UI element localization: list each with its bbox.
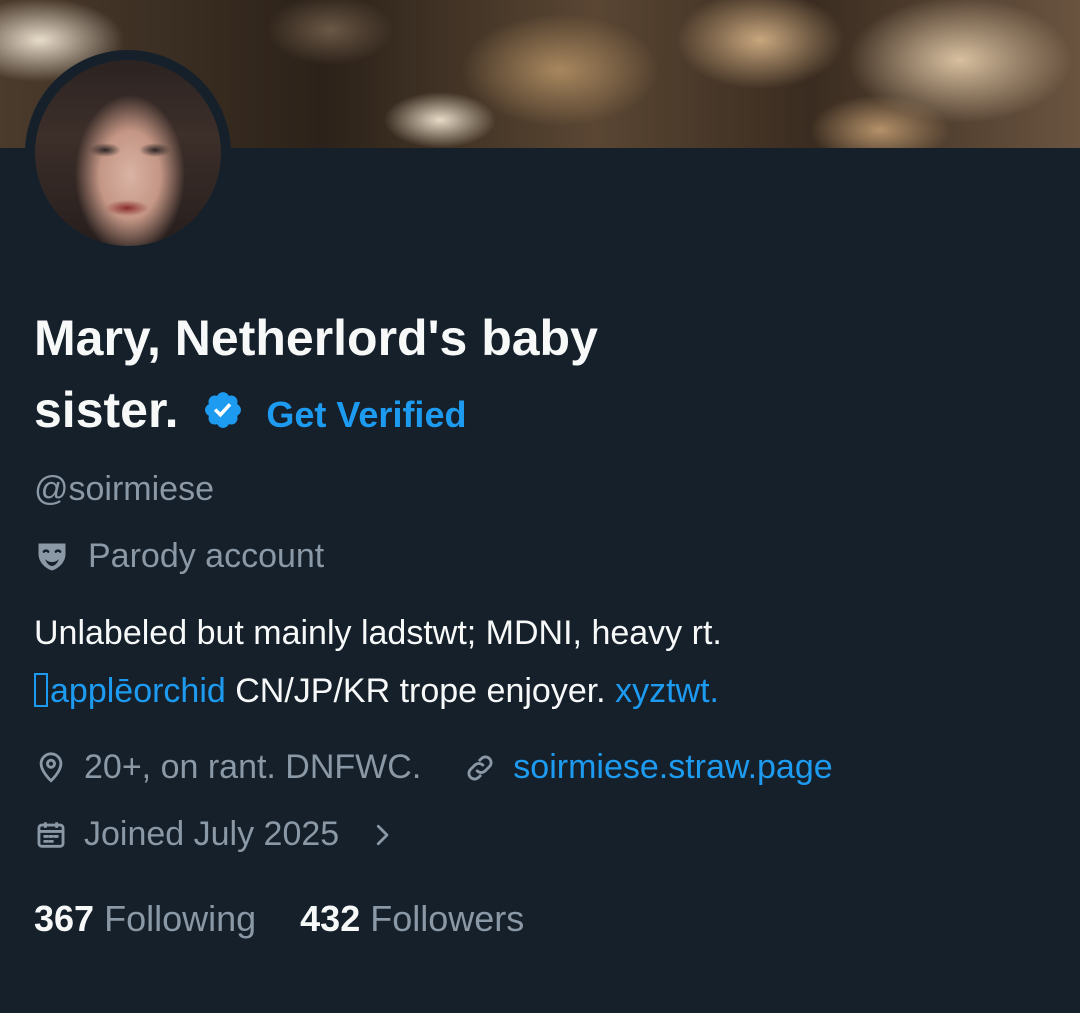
location-item: 20+, on rant. DNFWC. [34, 748, 421, 787]
avatar-frame [25, 50, 231, 256]
location-pin-icon [34, 751, 68, 785]
location-text: 20+, on rant. DNFWC. [84, 748, 422, 786]
profile-meta-row: 20+, on rant. DNFWC. soirmiese.straw.pag… [34, 748, 833, 787]
bio-line2-text: CN/JP/KR trope enjoyer. [225, 672, 616, 710]
avatar[interactable] [35, 60, 221, 246]
followers-label: Followers [370, 898, 525, 939]
website-item[interactable]: soirmiese.straw.page [463, 748, 833, 787]
website-link[interactable]: soirmiese.straw.page [513, 748, 832, 787]
display-name-line1: Mary, Netherlord's baby [34, 310, 598, 366]
joined-text: Joined July 2025 [84, 815, 340, 853]
calendar-icon [34, 818, 68, 852]
link-icon [463, 751, 497, 785]
display-name: Mary, Netherlord's baby sister. Get Veri… [34, 302, 734, 451]
following-count: 367 [34, 898, 95, 939]
get-verified-link[interactable]: Get Verified [266, 394, 466, 435]
bio-hashtag-link[interactable]: xyztwt. [615, 672, 719, 710]
joined-row[interactable]: Joined July 2025 [34, 815, 397, 854]
bio: Unlabeled but mainly ladstwt; MDNI, heav… [34, 604, 1054, 720]
verified-badge-icon[interactable] [202, 378, 244, 428]
joined-item[interactable]: Joined July 2025 [34, 815, 397, 854]
bio-line1: Unlabeled but mainly ladstwt; MDNI, heav… [34, 614, 722, 652]
missing-glyph-icon [34, 673, 48, 707]
follow-stats: 367 Following 432 Followers [34, 898, 524, 940]
parody-label-row: Parody account [34, 537, 324, 576]
user-handle: @soirmiese [34, 470, 214, 508]
theater-mask-icon [34, 539, 70, 575]
display-name-line2: sister. [34, 382, 179, 438]
following-label: Following [104, 898, 257, 939]
bio-mention-link[interactable]: applēorchid [34, 672, 226, 710]
following-stat[interactable]: 367 Following [34, 898, 256, 940]
followers-stat[interactable]: 432 Followers [300, 898, 524, 940]
followers-count: 432 [300, 898, 361, 939]
parody-account-label: Parody account [88, 537, 325, 575]
chevron-right-icon[interactable] [367, 820, 397, 850]
